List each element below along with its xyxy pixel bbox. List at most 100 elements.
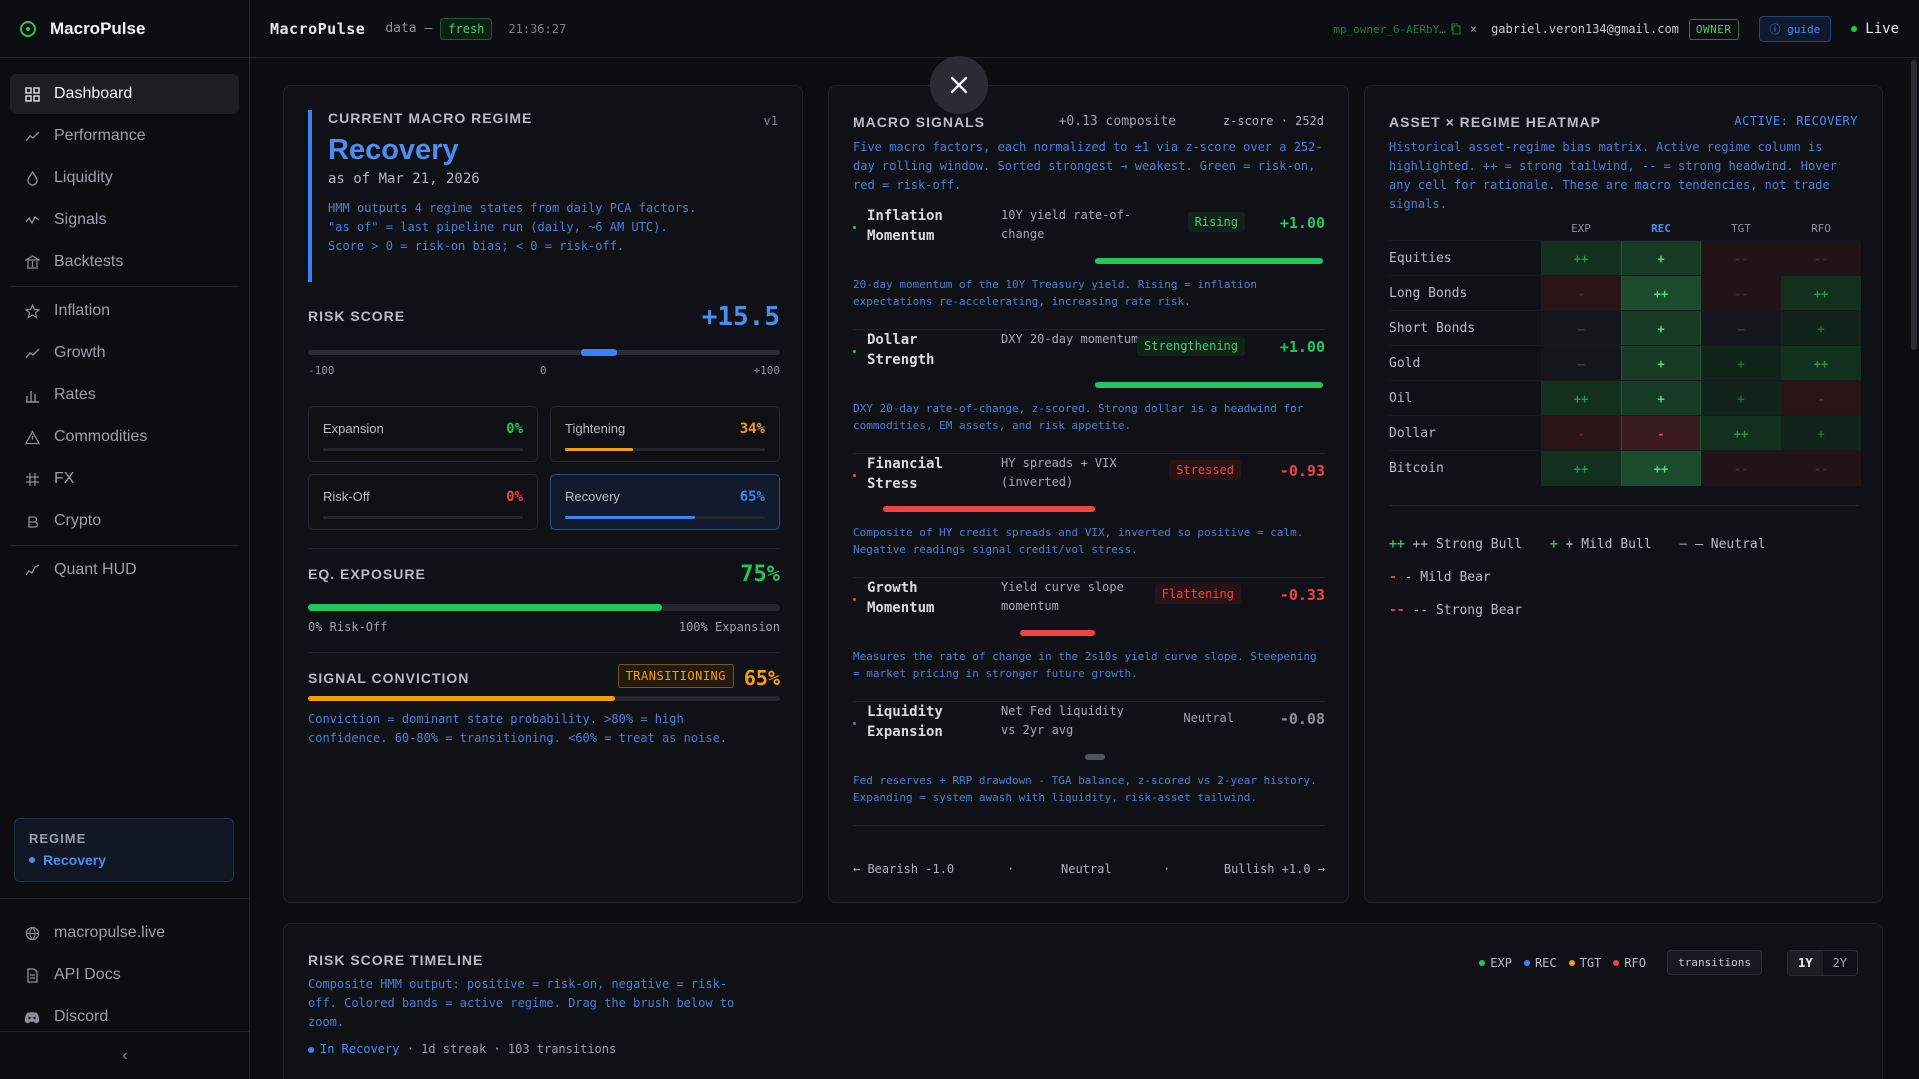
heatmap-cell[interactable]: - — [1781, 381, 1861, 416]
signal-bar — [867, 258, 1325, 264]
sidebar-item-growth[interactable]: Growth — [10, 333, 239, 373]
sidebar-item-backtests[interactable]: Backtests — [10, 242, 239, 282]
signal-row[interactable]: Inflation Momentum 10Y yield rate-of-chan… — [853, 206, 1325, 330]
sidebar-item-crypto[interactable]: Crypto — [10, 501, 239, 541]
heatmap-cell[interactable]: - — [1541, 416, 1621, 451]
sidebar-item-performance[interactable]: Performance — [10, 116, 239, 156]
eq-right-label: 100% Expansion — [678, 620, 780, 634]
signal-row[interactable]: Dollar Strength DXY 20-day momentum Streng… — [853, 330, 1325, 454]
prob-bar-fill — [565, 448, 633, 451]
active-regime-label: ACTIVE: RECOVERY — [1734, 114, 1858, 128]
signal-score: -0.93 — [1279, 462, 1325, 480]
legend-exp: EXP — [1479, 956, 1512, 970]
signal-row[interactable]: Growth Momentum Yield curve slope momentu… — [853, 578, 1325, 702]
signal-explanation: Fed reserves + RRP drawdown - TGA balanc… — [853, 774, 1317, 804]
heatmap-cell[interactable]: -- — [1701, 276, 1781, 311]
heatmap-cell[interactable]: - — [1621, 416, 1701, 451]
sidebar-item-liquidity[interactable]: Liquidity — [10, 158, 239, 198]
link-macropulse-live[interactable]: macropulse.live — [10, 913, 240, 953]
sidebar-item-quant-hud[interactable]: Quant HUD — [10, 550, 239, 590]
copy-icon[interactable] — [1450, 23, 1462, 35]
divider — [10, 286, 239, 287]
legend-strong-bull: ++ ++ Strong Bull — [1389, 537, 1523, 552]
heatmap-cell[interactable]: ++ — [1701, 416, 1781, 451]
range-1y-button[interactable]: 1Y — [1788, 951, 1823, 975]
divider — [308, 652, 780, 653]
heatmap-asset: Gold — [1389, 356, 1421, 371]
clear-key-button[interactable]: × — [1470, 22, 1477, 36]
range-2y-button[interactable]: 2Y — [1823, 951, 1857, 975]
close-button[interactable] — [930, 56, 988, 114]
heatmap-cell[interactable]: — — [1701, 311, 1781, 346]
heatmap-cell[interactable]: + — [1621, 241, 1701, 276]
heatmap-cell[interactable]: ++ — [1621, 451, 1701, 486]
heatmap-cell[interactable]: + — [1621, 346, 1701, 381]
signal-row[interactable]: Financial Stress HY spreads + VIX (invert… — [853, 454, 1325, 578]
heatmap-col-header: EXP — [1571, 222, 1591, 235]
bank-icon — [24, 254, 40, 270]
signal-explanation: Measures the rate of change in the 2s10s… — [853, 650, 1317, 680]
heatmap-cell[interactable]: -- — [1701, 451, 1781, 486]
sidebar-item-fx[interactable]: FX — [10, 459, 239, 499]
guide-button[interactable]: ⓘ guide — [1758, 16, 1832, 42]
sidebar-item-label: Commodities — [54, 428, 148, 445]
trend-up-icon — [24, 128, 40, 144]
signal-bar-fill — [1085, 754, 1105, 760]
brand-name: MacroPulse — [50, 18, 146, 38]
heatmap-cell[interactable]: + — [1701, 346, 1781, 381]
heatmap-cell[interactable]: ++ — [1781, 276, 1861, 311]
eq-exposure-bar — [308, 604, 780, 611]
heatmap-cell[interactable]: + — [1621, 311, 1701, 346]
heatmap-col-header: TGT — [1731, 222, 1751, 235]
heatmap-cell[interactable]: — — [1541, 346, 1621, 381]
heatmap-cell[interactable]: ++ — [1541, 451, 1621, 486]
signal-bar-center — [1095, 506, 1096, 512]
equity-exposure-section: EQ. EXPOSURE 75% 0% Risk-Off 100% Expans… — [308, 562, 780, 634]
legend-rfo: RFO — [1613, 956, 1646, 970]
prob-card-tightening[interactable]: Tightening 34% — [550, 406, 780, 462]
legend-mild-bear: - - Mild Bear — [1389, 570, 1491, 585]
heatmap-cell[interactable]: -- — [1781, 451, 1861, 486]
heatmap-cell[interactable]: -- — [1701, 241, 1781, 276]
sidebar-item-inflation[interactable]: Inflation — [10, 291, 239, 331]
heatmap-cell[interactable]: ++ — [1541, 381, 1621, 416]
sidebar-item-dashboard[interactable]: Dashboard — [10, 74, 239, 114]
signal-row[interactable]: Liquidity Expansion Net Fed liquidity vs … — [853, 702, 1325, 826]
signal-bar — [867, 382, 1325, 388]
top-header: MacroPulse data — fresh 21:36:27 mp_owne… — [250, 0, 1919, 58]
heatmap-cell[interactable]: — — [1541, 311, 1621, 346]
heatmap-cell[interactable]: ++ — [1781, 346, 1861, 381]
conviction-fill — [308, 696, 615, 701]
transitions-toggle[interactable]: transitions — [1667, 950, 1762, 975]
sidebar-item-commodities[interactable]: Commodities — [10, 417, 239, 457]
heatmap-row: Short Bonds — + — + — [1389, 310, 1861, 346]
signal-bar-fill — [1019, 630, 1095, 636]
heatmap-cell[interactable]: -- — [1781, 241, 1861, 276]
prob-card-risk-off[interactable]: Risk-Off 0% — [308, 474, 538, 530]
grid-icon — [24, 86, 40, 102]
tick-max: +100 — [753, 364, 781, 377]
prob-card-expansion[interactable]: Expansion 0% — [308, 406, 538, 462]
sidebar-item-rates[interactable]: Rates — [10, 375, 239, 415]
heatmap-asset: Equities — [1389, 251, 1452, 266]
heatmap-cell[interactable]: ++ — [1621, 276, 1701, 311]
brand[interactable]: MacroPulse — [0, 0, 249, 58]
page-scrollbar[interactable] — [1911, 60, 1917, 350]
heatmap-cell[interactable]: ++ — [1541, 241, 1621, 276]
fresh-badge: fresh — [440, 17, 493, 40]
link-api-docs[interactable]: API Docs — [10, 955, 240, 995]
collapse-sidebar-button[interactable]: ‹ — [0, 1031, 250, 1079]
heatmap-cell[interactable]: - — [1541, 276, 1621, 311]
heatmap-cell[interactable]: + — [1781, 311, 1861, 346]
heatmap-cell[interactable]: + — [1781, 416, 1861, 451]
regime-value: Recovery — [29, 852, 219, 868]
chart-line-icon — [24, 345, 40, 361]
prob-card-recovery[interactable]: Recovery 65% — [550, 474, 780, 530]
signal-explanation: Composite of HY credit spreads and VIX, … — [853, 526, 1304, 556]
prob-pct: 65% — [739, 489, 765, 505]
heatmap-legend: ++ ++ Strong Bull + + Mild Bull — — Neut… — [1389, 528, 1859, 627]
heatmap-cell[interactable]: + — [1621, 381, 1701, 416]
sidebar-item-signals[interactable]: Signals — [10, 200, 239, 240]
heatmap-cell[interactable]: + — [1701, 381, 1781, 416]
macro-signals-panel: MACRO SIGNALS +0.13 composite z-score · … — [828, 85, 1349, 903]
